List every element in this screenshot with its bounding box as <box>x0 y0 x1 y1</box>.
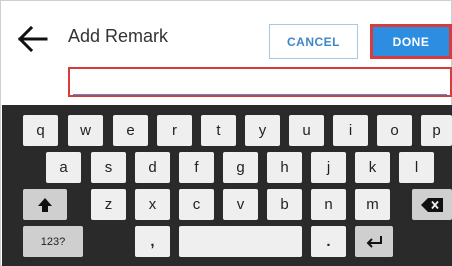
key-k[interactable]: k <box>355 152 390 183</box>
back-button[interactable] <box>13 21 53 57</box>
key-u[interactable]: u <box>289 115 324 146</box>
key-h[interactable]: h <box>267 152 302 183</box>
key-q[interactable]: q <box>23 115 58 146</box>
key-w[interactable]: w <box>68 115 103 146</box>
done-button[interactable]: DONE <box>370 24 452 59</box>
enter-icon <box>366 235 382 248</box>
key-x[interactable]: x <box>135 189 170 220</box>
key-t[interactable]: t <box>201 115 236 146</box>
add-remark-dialog: Add Remark CANCEL DONE q w e r t y u i o… <box>0 0 452 266</box>
key-g[interactable]: g <box>223 152 258 183</box>
on-screen-keyboard: q w e r t y u i o p a s d f g h j k l z … <box>2 105 452 266</box>
key-v[interactable]: v <box>223 189 258 220</box>
key-e[interactable]: e <box>113 115 148 146</box>
shift-icon <box>38 197 52 212</box>
backspace-icon <box>421 197 443 212</box>
key-s[interactable]: s <box>91 152 126 183</box>
input-focus-underline <box>73 94 447 95</box>
key-r[interactable]: r <box>157 115 192 146</box>
key-b[interactable]: b <box>267 189 302 220</box>
key-d[interactable]: d <box>135 152 170 183</box>
key-z[interactable]: z <box>91 189 126 220</box>
space-key[interactable] <box>179 226 302 257</box>
backspace-key[interactable] <box>412 189 452 220</box>
key-j[interactable]: j <box>311 152 346 183</box>
key-p[interactable]: p <box>421 115 452 146</box>
key-y[interactable]: y <box>245 115 280 146</box>
key-i[interactable]: i <box>333 115 368 146</box>
enter-key[interactable] <box>355 226 393 257</box>
key-period[interactable]: . <box>311 226 346 257</box>
key-comma[interactable]: , <box>135 226 170 257</box>
key-o[interactable]: o <box>377 115 412 146</box>
key-l[interactable]: l <box>399 152 434 183</box>
page-title: Add Remark <box>68 26 169 46</box>
key-m[interactable]: m <box>355 189 390 220</box>
shift-key[interactable] <box>23 189 67 220</box>
key-c[interactable]: c <box>179 189 214 220</box>
key-a[interactable]: a <box>46 152 81 183</box>
arrow-left-icon <box>18 26 48 52</box>
numbers-key[interactable]: 123? <box>23 226 83 257</box>
key-f[interactable]: f <box>179 152 214 183</box>
remark-input[interactable] <box>68 67 452 97</box>
key-n[interactable]: n <box>311 189 346 220</box>
cancel-button[interactable]: CANCEL <box>269 24 358 59</box>
